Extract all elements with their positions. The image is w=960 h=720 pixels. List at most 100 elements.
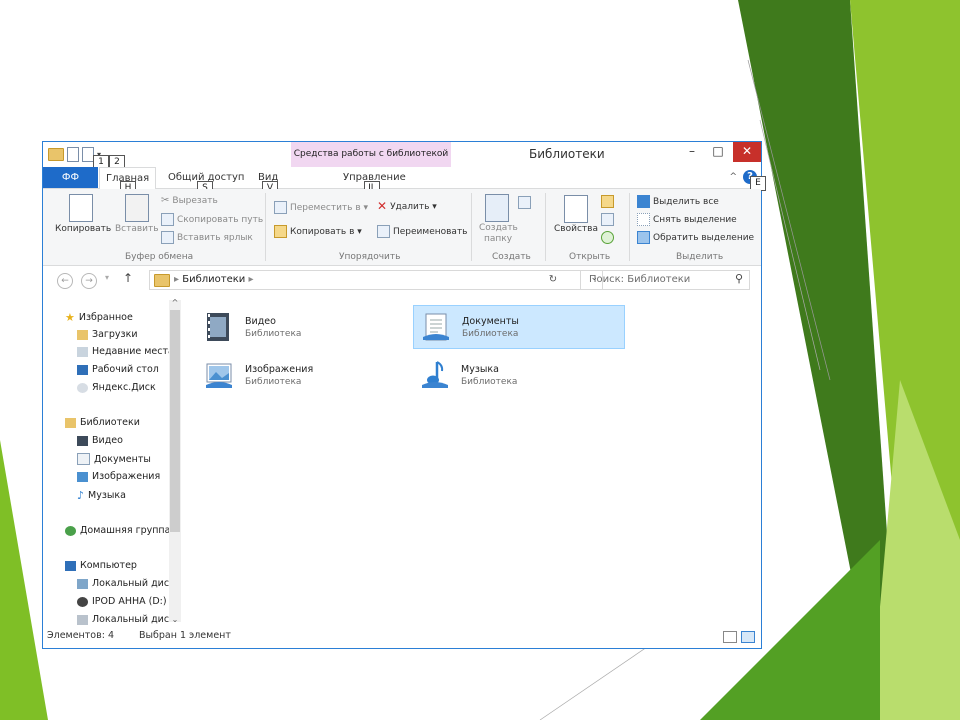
pictures-icon [77, 471, 88, 482]
library-type: Библиотека [461, 376, 518, 387]
scroll-down-icon[interactable]: ⌄ [169, 615, 181, 624]
properties-qat-icon[interactable] [67, 147, 79, 162]
drive-icon [77, 614, 88, 625]
status-item-count: Элементов: 4 [47, 630, 114, 641]
new-folder-label-2[interactable]: папку [484, 234, 512, 244]
nav-ipod[interactable]: IPOD АННА (D:) [77, 596, 167, 607]
ribbon-separator [265, 193, 266, 261]
library-type: Библиотека [245, 328, 302, 339]
nav-local-disk-2[interactable]: Локальный диск [77, 614, 175, 625]
ribbon: Копировать Вставить ✂ Вырезать Скопирова… [43, 189, 761, 266]
nav-local-disk-c[interactable]: Локальный диск [77, 578, 175, 589]
homegroup-icon [65, 525, 76, 536]
new-folder-label-1[interactable]: Создать [479, 223, 518, 233]
move-to-label: Переместить в ▾ [290, 202, 369, 213]
nav-desktop[interactable]: Рабочий стол [77, 364, 159, 375]
nav-recent[interactable]: Недавние места [77, 346, 174, 357]
nav-label: Библиотеки [80, 417, 140, 428]
move-to-icon [274, 201, 287, 214]
library-item-music[interactable]: Музыка Библиотека [413, 353, 625, 397]
nav-label: Рабочий стол [92, 364, 159, 375]
nav-documents[interactable]: Документы [77, 453, 151, 465]
nav-libraries[interactable]: Библиотеки [65, 417, 140, 428]
copy-path-button[interactable]: Скопировать путь [161, 213, 263, 226]
copy-label[interactable]: Копировать [55, 224, 111, 234]
scroll-up-icon[interactable]: ^ [169, 298, 181, 307]
close-button[interactable]: ✕ [733, 142, 761, 162]
address-path: ▸ Библиотеки ▸ [174, 271, 253, 289]
tab-file[interactable]: ФФ [43, 167, 98, 188]
desktop-icon [77, 364, 88, 375]
properties-button[interactable] [564, 195, 588, 223]
forward-button[interactable]: → [81, 273, 97, 289]
select-all-button[interactable]: Выделить все [637, 195, 719, 208]
nav-label: Избранное [78, 312, 133, 323]
video-icon [77, 435, 88, 446]
group-organize-label: Упорядочить [339, 252, 401, 262]
minimize-button[interactable]: – [679, 142, 705, 162]
nav-homegroup[interactable]: Домашняя группа [65, 525, 170, 536]
disc-drive-icon [77, 596, 88, 607]
nav-scrollbar[interactable]: ^ ⌄ [169, 298, 181, 624]
delete-button[interactable]: ✕ Удалить ▾ [377, 200, 437, 212]
open-folder-button[interactable] [601, 195, 614, 208]
maximize-button[interactable]: □ [705, 142, 731, 162]
ribbon-separator [545, 193, 546, 261]
collapse-ribbon-icon[interactable]: ^ [729, 172, 737, 182]
move-to-button[interactable]: Переместить в ▾ [274, 201, 368, 214]
copy-button[interactable] [69, 194, 93, 222]
search-input[interactable]: Поиск: Библиотеки [589, 271, 690, 289]
libraries-folder-icon [154, 274, 170, 287]
nav-yadisk[interactable]: Яндекс.Диск [77, 382, 156, 393]
edit-button[interactable] [601, 213, 614, 226]
nav-label: Изображения [92, 471, 161, 482]
nav-downloads[interactable]: Загрузки [77, 329, 138, 340]
nav-label: Музыка [88, 490, 126, 501]
contextual-tab-title: Средства работы с библиотекой [291, 142, 451, 167]
library-item-documents[interactable]: Документы Библиотека [413, 305, 625, 349]
nav-computer[interactable]: Компьютер [65, 560, 137, 571]
history-button[interactable] [601, 231, 614, 244]
nav-pictures[interactable]: Изображения [77, 471, 160, 482]
group-open-label: Открыть [569, 252, 611, 262]
search-icon[interactable]: ⚲ [735, 272, 743, 285]
address-field[interactable]: ▸ Библиотеки ▸ ⌄ [149, 270, 603, 290]
nav-favorites[interactable]: ★ Избранное [65, 311, 133, 324]
search-box[interactable]: Поиск: Библиотеки ⚲ [580, 270, 750, 290]
breadcrumb-libraries[interactable]: Библиотеки [182, 274, 245, 285]
library-item-video[interactable]: Видео Библиотека [197, 305, 409, 349]
large-icons-view-icon[interactable] [741, 631, 755, 643]
nav-video[interactable]: Видео [77, 435, 123, 446]
refresh-button[interactable]: ↻ [541, 270, 565, 290]
nav-music[interactable]: ♪ Музыка [77, 489, 126, 502]
copy-to-button[interactable]: Копировать в ▾ [274, 225, 362, 238]
invert-selection-button[interactable]: Обратить выделение [637, 231, 754, 244]
explorer-window: ▾ 1 2 Средства работы с библиотекой Библ… [42, 141, 766, 649]
recent-dropdown-icon[interactable]: ▾ [105, 273, 109, 282]
rename-button[interactable]: Переименовать [377, 225, 468, 238]
status-selection: Выбран 1 элемент [139, 630, 231, 641]
new-folder-button[interactable] [485, 194, 531, 222]
scissors-icon: ✂ [161, 195, 170, 206]
properties-icon [564, 195, 588, 223]
up-button[interactable]: ↑ [123, 271, 133, 285]
music-icon: ♪ [77, 489, 85, 502]
select-all-icon [637, 195, 650, 208]
paste-shortcut-icon [161, 231, 174, 244]
select-none-button[interactable]: Снять выделение [637, 213, 737, 226]
select-none-icon [637, 213, 650, 226]
scroll-thumb[interactable] [170, 310, 180, 532]
nav-label: Домашняя группа [80, 525, 171, 536]
paste-shortcut-button[interactable]: Вставить ярлык [161, 231, 253, 244]
back-button[interactable]: ← [57, 273, 73, 289]
library-item-pictures[interactable]: Изображения Библиотека [197, 353, 409, 397]
cut-button[interactable]: ✂ Вырезать [161, 195, 218, 206]
edit-icon [601, 213, 614, 226]
properties-label[interactable]: Свойства [554, 224, 598, 234]
navigation-pane: ★ Избранное Загрузки Недавние места Рабоч… [43, 297, 183, 627]
nav-label: Видео [92, 435, 123, 446]
details-view-icon[interactable] [723, 631, 737, 643]
new-folder-icon [485, 194, 509, 222]
paste-label[interactable]: Вставить [115, 224, 159, 234]
paste-button[interactable] [125, 194, 149, 222]
